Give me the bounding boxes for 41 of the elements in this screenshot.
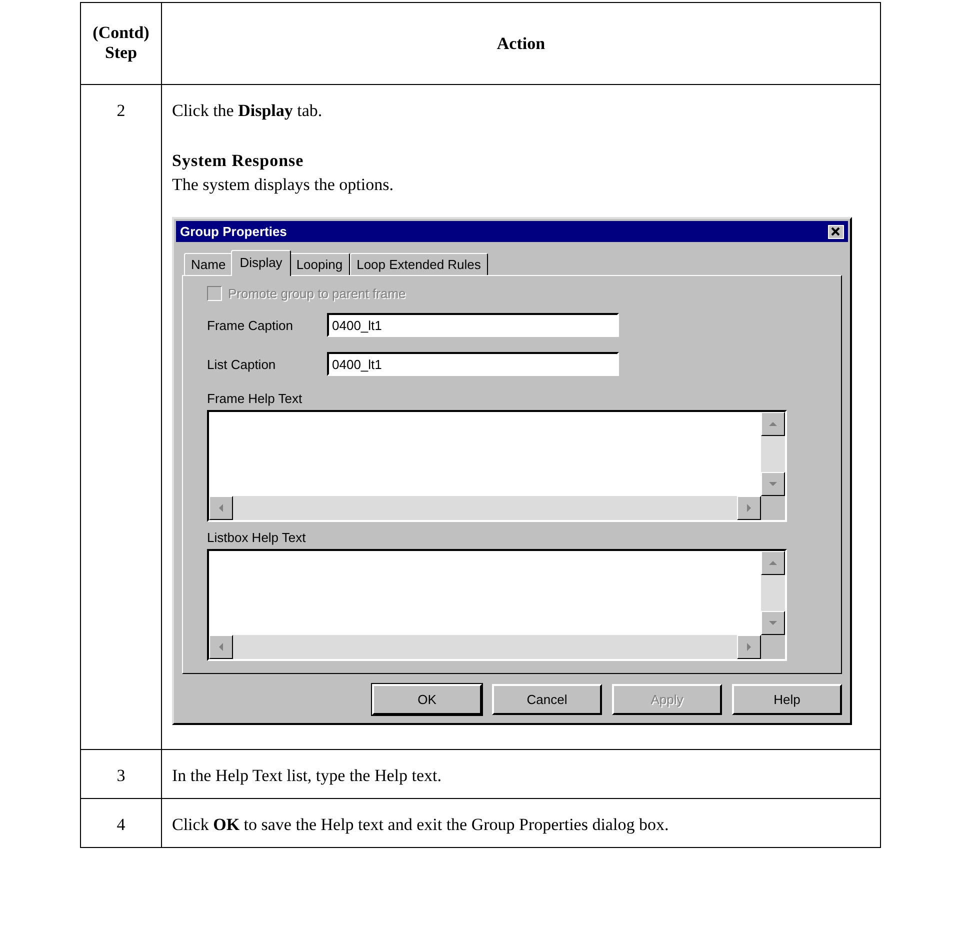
tab[interactable]: Loop Extended Rules (350, 253, 488, 275)
down-arrow-icon (768, 620, 778, 626)
window-title: Group Properties (180, 224, 287, 239)
right-arrow-icon (746, 642, 752, 652)
horizontal-scrollbar[interactable] (209, 496, 761, 520)
step-number: 2 (116, 101, 126, 120)
up-arrow-icon (768, 560, 778, 566)
left-arrow-icon (218, 503, 224, 513)
up-arrow-icon (768, 421, 778, 427)
tab[interactable]: Looping (289, 253, 350, 275)
instruction-text: Click OK to save the Help text and exit the Group Properties dialog box. (172, 815, 670, 835)
right-arrow-icon (746, 503, 752, 513)
response-heading: System Response (172, 151, 305, 171)
response-text: The system displays the options. (172, 175, 394, 195)
text-area[interactable] (207, 549, 787, 661)
checkbox-label: Promote group to parent frame (228, 286, 406, 301)
column-heading: Step (104, 43, 138, 63)
dialog-button[interactable]: Cancel (492, 684, 602, 715)
instruction-text: In the Help Text list, type the Help text. (172, 766, 442, 786)
instruction-text: Click the Display tab. (172, 101, 324, 121)
input-field[interactable]: 0400_lt1 (327, 313, 619, 337)
down-arrow-icon (768, 481, 778, 487)
left-arrow-icon (218, 642, 224, 652)
field-label: List Caption (207, 356, 277, 372)
column-heading: Action (496, 34, 546, 52)
step-number: 4 (116, 815, 126, 834)
vertical-scrollbar[interactable] (761, 551, 785, 635)
close-icon[interactable] (828, 224, 844, 238)
dialog-button[interactable]: Help (732, 684, 842, 715)
input-field[interactable]: 0400_lt1 (327, 352, 619, 376)
vertical-scrollbar[interactable] (761, 412, 785, 496)
column-heading: (Contd) (92, 23, 150, 43)
horizontal-scrollbar[interactable] (209, 635, 761, 659)
tab[interactable]: Display (230, 250, 292, 276)
field-label: Frame Help Text (207, 391, 304, 406)
tab[interactable]: Name (184, 253, 233, 275)
field-label: Listbox Help Text (207, 530, 307, 545)
step-number: 3 (116, 766, 126, 785)
dialog-button[interactable]: OK (372, 684, 482, 715)
text-area[interactable] (207, 410, 787, 522)
field-label: Frame Caption (207, 318, 294, 332)
